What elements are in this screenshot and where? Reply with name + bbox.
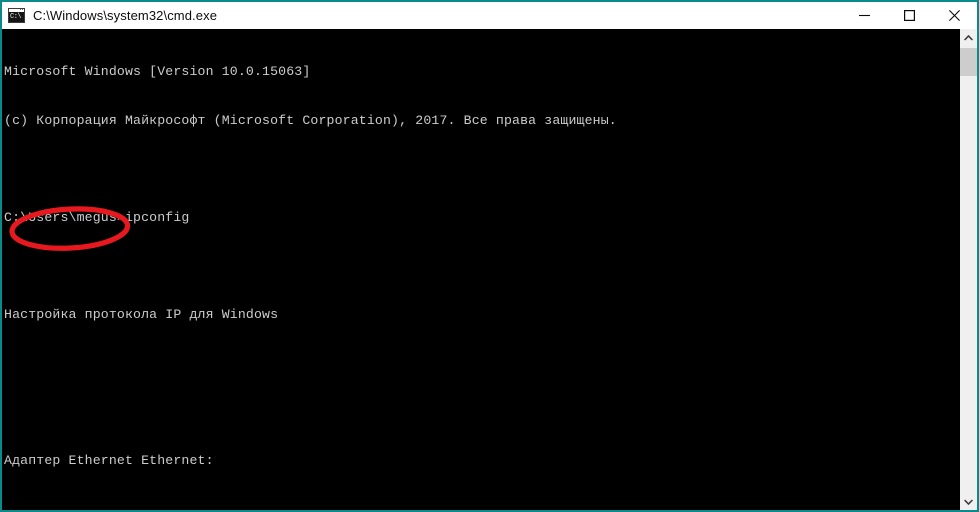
scroll-down-button[interactable]: [960, 493, 977, 510]
maximize-button[interactable]: [887, 2, 932, 28]
console-line-prompt-command: C:\Users\megus>ipconfig: [4, 210, 190, 226]
minimize-button[interactable]: [842, 2, 887, 28]
console-line: Настройка протокола IP для Windows: [4, 307, 279, 323]
cmd-icon-glyph: C:\: [9, 11, 24, 22]
scroll-down-arrow-icon: [964, 498, 973, 505]
window-controls: [842, 2, 977, 28]
console-line-adapter-ethernet: Адаптер Ethernet Ethernet:: [4, 453, 214, 469]
console-output[interactable]: Microsoft Windows [Version 10.0.15063] (…: [2, 29, 959, 510]
scrollbar-track[interactable]: [960, 46, 977, 493]
console-line: (c) Корпорация Майкрософт (Microsoft Cor…: [4, 113, 617, 128]
close-button[interactable]: [932, 2, 977, 28]
title-bar[interactable]: C:\ C:\Windows\system32\cmd.exe: [2, 2, 977, 29]
console-area[interactable]: Microsoft Windows [Version 10.0.15063] (…: [2, 29, 977, 510]
cmd-console-icon: C:\: [8, 7, 25, 23]
cmd-window: C:\ C:\Windows\system32\cmd.exe Microsof…: [0, 0, 979, 512]
minimize-icon: [859, 14, 870, 16]
window-title: C:\Windows\system32\cmd.exe: [33, 7, 218, 23]
maximize-icon: [904, 9, 915, 21]
close-icon: [949, 9, 960, 21]
vertical-scrollbar[interactable]: [959, 29, 977, 510]
scrollbar-thumb[interactable]: [960, 48, 977, 76]
console-line: Microsoft Windows [Version 10.0.15063]: [4, 64, 311, 80]
scroll-up-arrow-icon: [964, 34, 973, 41]
scroll-up-button[interactable]: [960, 29, 977, 46]
